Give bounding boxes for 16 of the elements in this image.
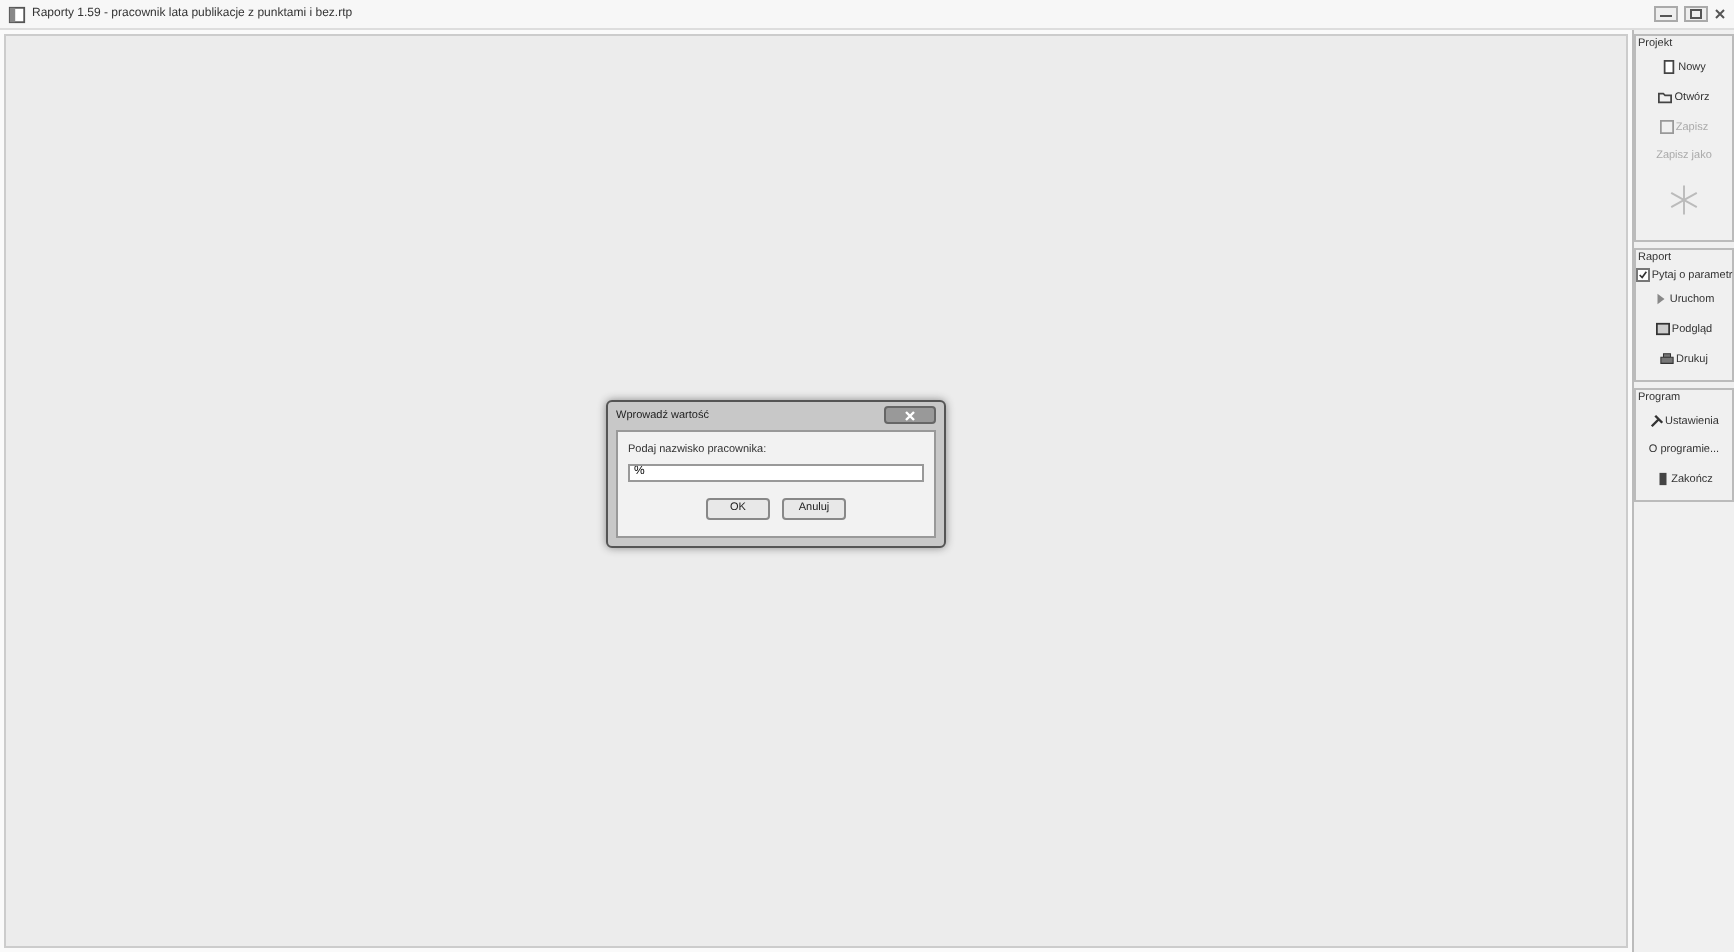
window-icon [1655, 322, 1670, 336]
play-icon [1653, 292, 1668, 306]
close-icon [902, 409, 918, 421]
document-icon [8, 5, 26, 23]
folder-icon [1658, 90, 1673, 104]
close-icon[interactable] [1714, 6, 1726, 22]
minimize-icon[interactable] [1654, 6, 1678, 22]
tools-icon [1649, 414, 1664, 428]
printer-icon [1660, 352, 1675, 366]
maximize-icon[interactable] [1684, 6, 1708, 22]
close-button[interactable] [884, 406, 936, 424]
checkbox[interactable] [1635, 268, 1650, 282]
snowflake-icon [1668, 184, 1700, 216]
exit-icon [1655, 472, 1670, 486]
save-icon [1659, 120, 1674, 134]
document-icon [1662, 60, 1677, 74]
